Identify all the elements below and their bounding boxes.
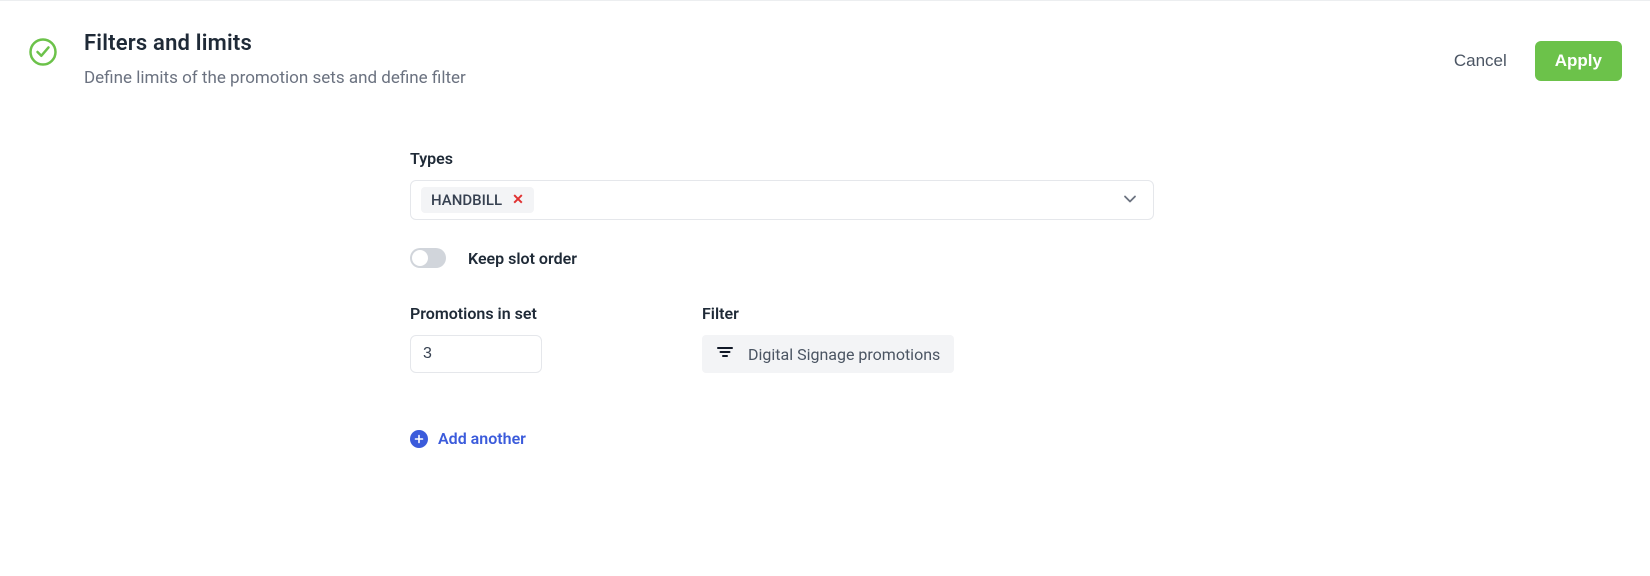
apply-button[interactable]: Apply	[1535, 41, 1622, 81]
filter-label: Filter	[702, 304, 954, 323]
header-titles: Filters and limits Define limits of the …	[84, 31, 1454, 88]
add-another-label: Add another	[438, 429, 526, 448]
types-select[interactable]: HANDBILL ✕	[410, 180, 1154, 220]
settings-columns: Promotions in set Filter Digital Signage…	[410, 304, 1170, 373]
types-chip: HANDBILL ✕	[421, 187, 534, 213]
add-another-button[interactable]: Add another	[410, 429, 526, 448]
types-chip-label: HANDBILL	[431, 191, 502, 209]
chevron-down-icon	[1123, 191, 1137, 210]
page-subtitle: Define limits of the promotion sets and …	[84, 68, 1454, 88]
keep-slot-order-toggle[interactable]	[410, 248, 446, 268]
filter-chip[interactable]: Digital Signage promotions	[702, 335, 954, 373]
plus-circle-icon	[410, 430, 428, 448]
filter-icon	[716, 343, 734, 365]
keep-slot-order-label: Keep slot order	[468, 249, 577, 268]
chip-remove-icon[interactable]: ✕	[512, 193, 524, 207]
page-title: Filters and limits	[84, 31, 1454, 56]
toggle-knob	[412, 250, 428, 266]
header-actions: Cancel Apply	[1454, 41, 1622, 81]
form-area: Types HANDBILL ✕ Keep slot order Promoti…	[410, 149, 1170, 448]
check-circle-icon	[28, 37, 58, 71]
promotions-in-set-input[interactable]	[410, 335, 542, 373]
filter-column: Filter Digital Signage promotions	[702, 304, 954, 373]
keep-slot-order-row: Keep slot order	[410, 248, 1170, 268]
cancel-button[interactable]: Cancel	[1454, 51, 1507, 71]
header-row: Filters and limits Define limits of the …	[0, 1, 1650, 88]
promotions-in-set-column: Promotions in set	[410, 304, 542, 373]
promotions-in-set-label: Promotions in set	[410, 304, 542, 323]
filter-value: Digital Signage promotions	[748, 345, 940, 364]
types-label: Types	[410, 149, 1170, 168]
